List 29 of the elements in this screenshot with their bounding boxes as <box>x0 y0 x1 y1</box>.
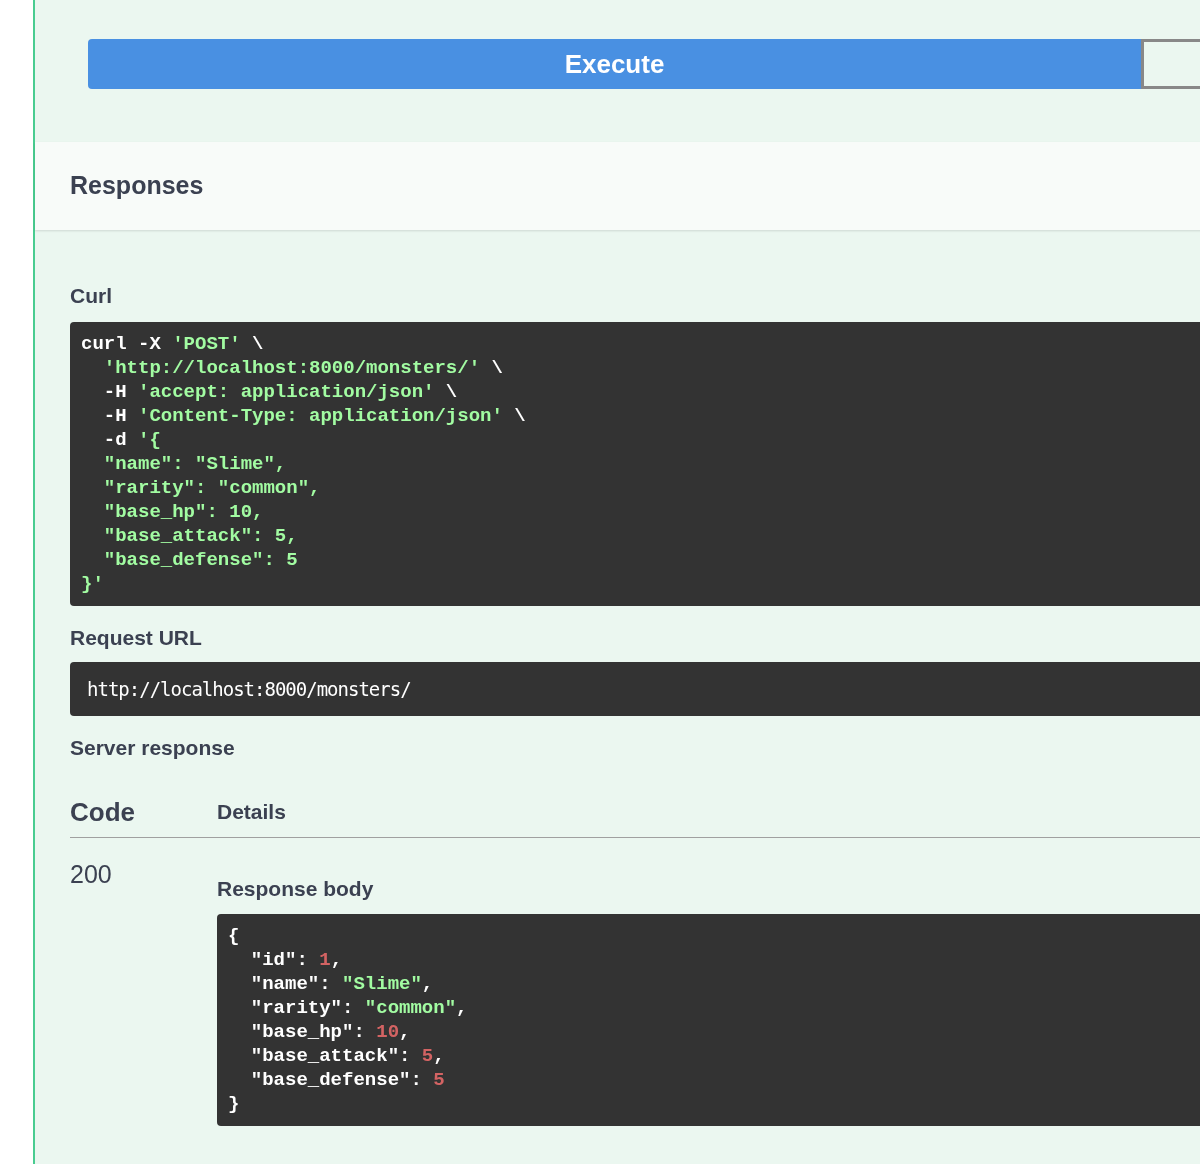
code-line: "name": "Slime", <box>249 972 434 996</box>
code-line: "rarity": "common", <box>249 996 468 1020</box>
section-title: Responses <box>70 170 204 202</box>
section-label: Server response <box>70 735 235 761</box>
section-label: Request URL <box>70 625 202 651</box>
request-url: http://localhost:8000/monsters/ <box>87 676 411 702</box>
code-line: "rarity": "common", <box>102 476 321 500</box>
code-line: -H 'Content-Type: application/json' \ <box>102 404 526 428</box>
response-code: 200 <box>70 859 113 890</box>
response-body-label: Response body <box>217 876 374 902</box>
code-line: "name": "Slime", <box>102 452 287 476</box>
code-line: curl -X 'POST' \ <box>81 332 264 356</box>
code-line: "id": 1, <box>249 948 343 972</box>
code-line: "base_hp": 10, <box>249 1020 411 1044</box>
code-line: 'http://localhost:8000/monsters/' \ <box>102 356 503 380</box>
section-label: Curl <box>70 283 112 309</box>
code-line: "base_hp": 10, <box>102 500 264 524</box>
column-header: Code <box>70 796 136 829</box>
code-line: "base_attack": 5, <box>249 1044 445 1068</box>
code-line: "base_defense": 5 <box>102 548 298 572</box>
code-line: "base_defense": 5 <box>249 1068 445 1092</box>
code-line: } <box>228 1092 240 1116</box>
execute-button[interactable]: Execute <box>88 39 1141 89</box>
code-line: -d '{ <box>102 428 161 452</box>
code-line: -H 'accept: application/json' \ <box>102 380 458 404</box>
column-header: Details <box>217 799 286 825</box>
code-line: { <box>228 924 240 948</box>
code-line: "base_attack": 5, <box>102 524 298 548</box>
code-line: }' <box>81 572 104 596</box>
